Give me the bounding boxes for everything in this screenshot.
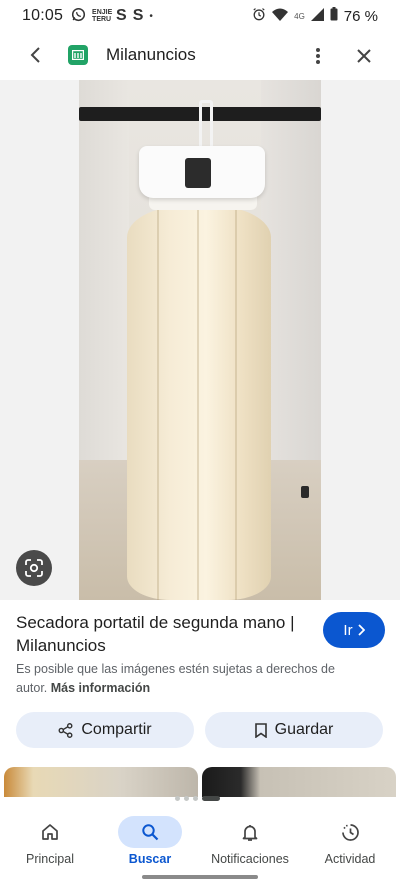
alarm-icon xyxy=(252,7,266,25)
dryer-head xyxy=(139,146,265,198)
product-photo[interactable] xyxy=(79,80,321,600)
visit-button-label: Ir xyxy=(343,621,353,639)
signal-icon xyxy=(310,7,324,25)
bookmark-icon xyxy=(254,722,267,738)
google-lens-button[interactable] xyxy=(16,550,52,586)
app-bar: Milanuncios xyxy=(0,34,400,76)
battery-level: 76 % xyxy=(343,7,378,25)
copyright-notice: Es posible que las imágenes estén sujeta… xyxy=(16,660,366,698)
nav-label: Buscar xyxy=(128,852,172,866)
arrow-back-icon xyxy=(30,47,40,63)
lens-icon xyxy=(25,559,43,577)
s-app-icon: S xyxy=(116,7,127,24)
related-image-thumbnail[interactable] xyxy=(202,767,396,797)
home-gesture-bar[interactable] xyxy=(142,875,258,879)
result-title[interactable]: Secadora portatil de segunda mano | Mila… xyxy=(16,611,306,657)
site-favicon-icon xyxy=(68,45,88,65)
system-icons: 4G 76 % xyxy=(252,7,378,25)
more-notifications-dot: • xyxy=(149,10,153,22)
share-label: Compartir xyxy=(81,721,152,738)
chevron-right-icon xyxy=(357,624,365,636)
related-image-thumbnail[interactable] xyxy=(4,767,198,797)
close-button[interactable] xyxy=(346,38,382,74)
nav-principal[interactable]: Principal xyxy=(0,816,100,866)
site-name: Milanuncios xyxy=(106,45,196,64)
more-info-link[interactable]: Más información xyxy=(51,681,150,695)
dryer-bag xyxy=(127,206,271,600)
notification-icons: ENJIE TERU S S • xyxy=(71,7,153,25)
whatsapp-icon xyxy=(71,7,86,25)
back-button[interactable] xyxy=(16,35,56,75)
network-type: 4G xyxy=(294,11,305,21)
s-app-icon: S xyxy=(132,7,144,24)
more-options-button[interactable] xyxy=(300,38,336,74)
save-label: Guardar xyxy=(274,721,334,738)
battery-icon xyxy=(330,7,338,25)
nav-buscar[interactable]: Buscar xyxy=(100,816,200,866)
carousel-indicator xyxy=(175,796,220,801)
nav-label: Actividad xyxy=(324,852,376,866)
nav-actividad[interactable]: Actividad xyxy=(300,816,400,866)
more-vert-icon xyxy=(316,48,320,64)
nav-label: Principal xyxy=(26,852,74,866)
home-icon xyxy=(42,824,58,840)
wifi-icon xyxy=(272,8,289,25)
save-button[interactable]: Guardar xyxy=(205,712,383,748)
activity-icon xyxy=(341,823,359,841)
nav-notificaciones[interactable]: Notificaciones xyxy=(200,816,300,866)
visit-button[interactable]: Ir xyxy=(323,612,385,648)
nav-label: Notificaciones xyxy=(211,852,289,866)
image-preview-area xyxy=(0,80,400,600)
close-icon xyxy=(357,49,371,63)
status-bar: 10:05 ENJIE TERU S S • 4G 76 % xyxy=(0,0,400,32)
bell-icon xyxy=(242,824,258,841)
share-button[interactable]: Compartir xyxy=(16,712,194,748)
app-text-icon: ENJIE TERU xyxy=(92,9,113,23)
search-icon xyxy=(142,824,159,841)
share-icon xyxy=(58,722,73,738)
status-time: 10:05 xyxy=(22,7,64,24)
